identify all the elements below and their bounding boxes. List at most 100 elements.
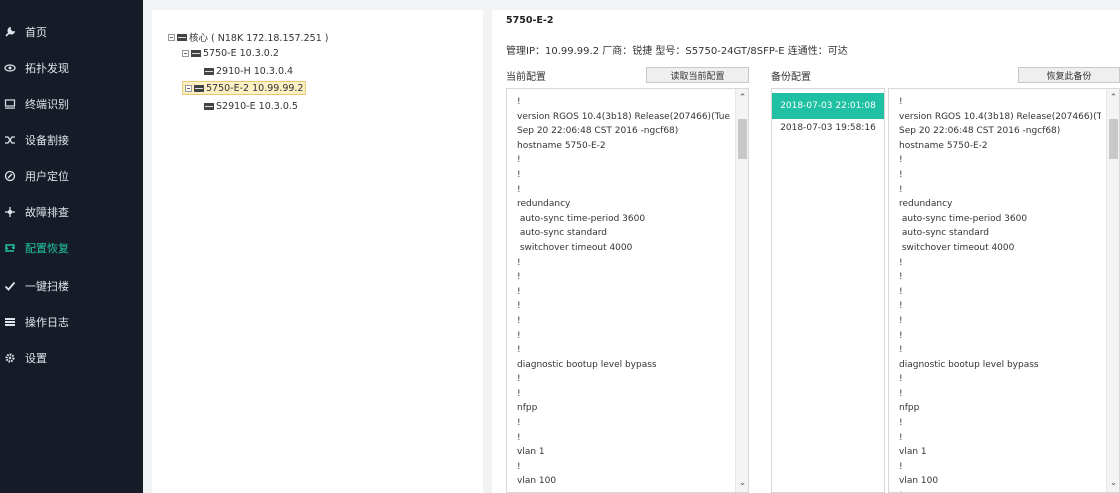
- tree-node-label: 核心 ( N18K 172.18.157.251 ): [189, 33, 329, 44]
- config-line: Sep 20 22:06:48 CST 2016 -ngcf68): [517, 126, 679, 137]
- config-line: !: [517, 330, 521, 341]
- config-line: nfpp: [517, 403, 538, 414]
- nav-item-operation-log[interactable]: 操作日志: [0, 304, 143, 340]
- scrollbar[interactable]: ⌃ ⌄: [735, 89, 748, 492]
- switch-icon: [194, 84, 204, 92]
- tree-node-5750-e[interactable]: 5750-E 10.3.0.2: [182, 46, 279, 60]
- nav-item-cutover[interactable]: 设备割接: [0, 122, 143, 158]
- nav-label: 终端识别: [25, 98, 69, 111]
- config-line: !: [517, 432, 521, 443]
- nav-label: 用户定位: [25, 170, 69, 183]
- scroll-up-icon[interactable]: ⌃: [736, 91, 748, 105]
- config-line: !: [899, 257, 903, 268]
- backup-config-textarea[interactable]: ! version RGOS 10.4(3b18) Release(207466)…: [888, 88, 1120, 493]
- tree-node-5750-e-2[interactable]: 5750-E-2 10.99.99.2: [182, 81, 307, 95]
- config-line: version RGOS 10.4(3b18) Release(207466)(…: [899, 111, 1101, 122]
- config-line: redundancy: [899, 199, 953, 210]
- scroll-thumb[interactable]: [738, 119, 747, 159]
- nav-item-terminal[interactable]: 终端识别: [0, 86, 143, 122]
- eye-icon: [3, 61, 17, 75]
- config-line: vlan 100: [517, 476, 557, 487]
- collapse-icon[interactable]: [182, 49, 189, 57]
- config-line: switchover timeout 4000: [899, 242, 1015, 253]
- scroll-down-icon[interactable]: ⌄: [736, 476, 748, 490]
- tree-node-core[interactable]: 核心 ( N18K 172.18.157.251 ): [168, 30, 328, 44]
- config-line: !: [899, 330, 903, 341]
- nav-label: 首页: [25, 26, 47, 39]
- nav-item-home[interactable]: 首页: [0, 14, 143, 50]
- nav-item-scan-building[interactable]: 一键扫楼: [0, 268, 143, 304]
- restore-icon: [3, 241, 17, 255]
- config-line: redundancy: [517, 199, 571, 210]
- config-lines: ! version RGOS 10.4(3b18) Release(207466)…: [517, 95, 730, 489]
- tree-node-label: S2910-E 10.3.0.5: [216, 100, 298, 112]
- switch-icon: [204, 67, 214, 75]
- read-current-config-button[interactable]: 读取当前配置: [646, 67, 749, 83]
- backup-list: 2018-07-03 22:01:08 2018-07-03 19:58:16: [771, 88, 885, 493]
- scrollbar[interactable]: ⌃ ⌄: [1106, 89, 1119, 492]
- nav-item-settings[interactable]: 设置: [0, 340, 143, 376]
- config-line: !: [517, 418, 521, 429]
- config-line: !: [899, 286, 903, 297]
- scroll-thumb[interactable]: [1109, 119, 1118, 159]
- restore-backup-button[interactable]: 恢复此备份: [1018, 67, 1120, 83]
- scroll-up-icon[interactable]: ⌃: [1107, 91, 1119, 105]
- config-line: Sep 20 22:06:48 CST 2016 -ngcf68): [899, 126, 1061, 137]
- nav-item-config-restore[interactable]: 配置恢复: [0, 230, 143, 266]
- current-config-label: 当前配置: [506, 72, 546, 83]
- config-line: !: [517, 155, 521, 166]
- tree-node-label: 5750-E-2 10.99.99.2: [206, 82, 304, 94]
- config-line: vlan 100: [899, 476, 939, 487]
- config-line: !: [517, 184, 521, 195]
- config-lines: ! version RGOS 10.4(3b18) Release(207466)…: [899, 95, 1101, 492]
- config-line: hostname 5750-E-2: [899, 140, 988, 151]
- config-line: vlan 1: [899, 447, 927, 458]
- gear-icon: [3, 351, 17, 365]
- tree-node-label: 2910-H 10.3.0.4: [216, 65, 294, 77]
- collapse-icon[interactable]: [185, 84, 192, 92]
- config-line: switchover timeout 4000: [517, 242, 633, 253]
- device-info: 管理IP：10.99.99.2 厂商：锐捷 型号：S5750-24GT/8SFP…: [506, 46, 848, 57]
- collapse-icon[interactable]: [168, 33, 175, 41]
- tree-node-2910-h[interactable]: 2910-H 10.3.0.4: [204, 64, 293, 78]
- config-line: diagnostic bootup level bypass: [899, 359, 1039, 370]
- nav-label: 操作日志: [25, 316, 69, 329]
- config-line: !: [899, 461, 903, 472]
- tree-node-label: 5750-E 10.3.0.2: [203, 47, 279, 59]
- nav-item-topology[interactable]: 拓扑发现: [0, 50, 143, 86]
- config-line: !: [517, 301, 521, 312]
- config-line: !: [899, 374, 903, 385]
- backup-item[interactable]: 2018-07-03 19:58:16: [772, 115, 884, 141]
- tree-node-s2910-e[interactable]: S2910-E 10.3.0.5: [204, 99, 298, 113]
- config-line: !: [899, 301, 903, 312]
- config-line: !: [517, 97, 521, 107]
- wrench-icon: [3, 25, 17, 39]
- nav-label: 故障排查: [25, 206, 69, 219]
- nav-label: 配置恢复: [25, 242, 69, 255]
- config-line: !: [899, 169, 903, 180]
- nav-label: 拓扑发现: [25, 62, 69, 75]
- switch-icon: [191, 49, 201, 57]
- nav-label: 设备割接: [25, 134, 69, 147]
- config-line: diagnostic bootup level bypass: [517, 359, 657, 370]
- current-config-textarea[interactable]: ! version RGOS 10.4(3b18) Release(207466)…: [506, 88, 749, 493]
- check-icon: [3, 279, 17, 293]
- config-line: !: [899, 97, 903, 107]
- nav-item-user-location[interactable]: 用户定位: [0, 158, 143, 194]
- device-title: 5750-E-2: [506, 15, 554, 26]
- nav-item-troubleshoot[interactable]: 故障排查: [0, 194, 143, 230]
- config-line: auto-sync standard: [899, 228, 989, 239]
- config-line: !: [517, 272, 521, 283]
- config-line: auto-sync time-period 3600: [517, 213, 646, 224]
- nav-label: 一键扫楼: [25, 280, 69, 293]
- location-icon: [3, 169, 17, 183]
- config-line: !: [899, 432, 903, 443]
- config-line: version RGOS 10.4(3b18) Release(207466)(…: [517, 111, 730, 122]
- config-line: auto-sync standard: [517, 228, 607, 239]
- config-line: !: [517, 257, 521, 268]
- config-line: !: [899, 345, 903, 356]
- scroll-down-icon[interactable]: ⌄: [1107, 476, 1119, 490]
- config-line: !: [517, 345, 521, 356]
- config-line: !: [517, 374, 521, 385]
- config-line: !: [899, 184, 903, 195]
